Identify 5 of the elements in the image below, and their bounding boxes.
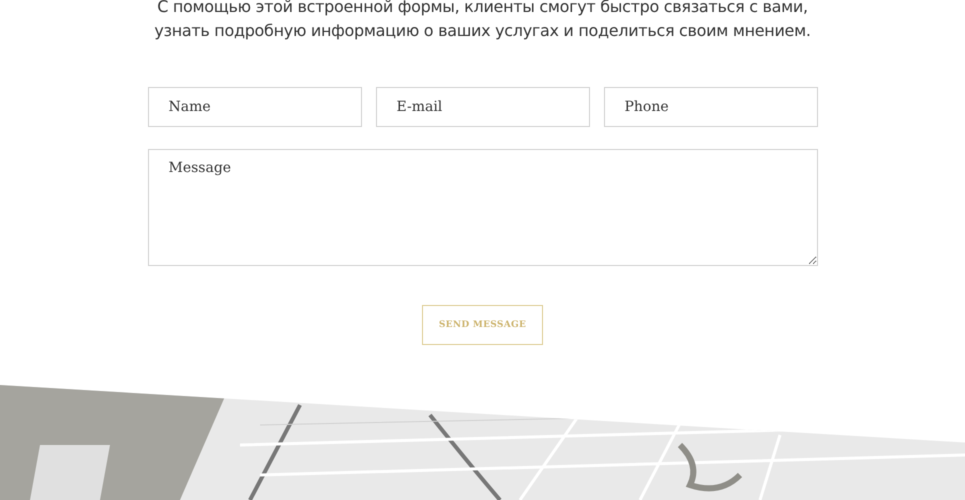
message-field[interactable]: Message (148, 149, 818, 266)
input-field[interactable]: Phone (604, 87, 818, 127)
send-message-button[interactable]: SEND MESSAGE (422, 305, 543, 345)
input-field[interactable]: E-mail (376, 87, 590, 127)
input-field[interactable]: Name (148, 87, 362, 127)
